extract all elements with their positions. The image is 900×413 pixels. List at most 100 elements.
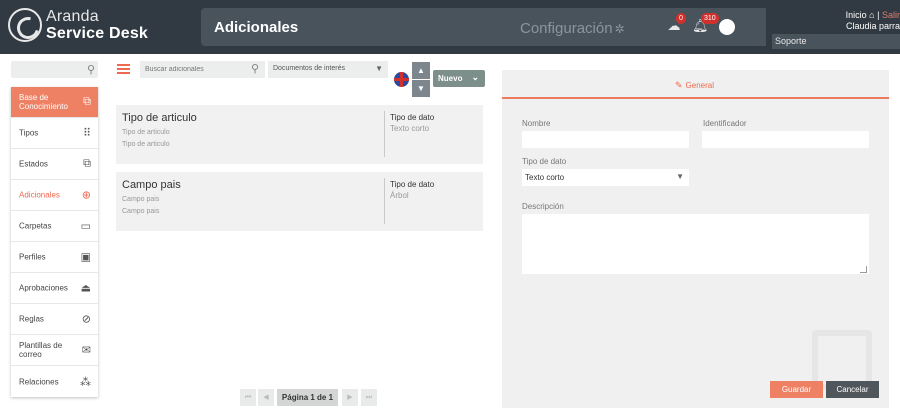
menu-icon[interactable] — [117, 64, 130, 74]
plus-circle-icon: ⊕ — [81, 189, 91, 202]
search-input[interactable] — [140, 61, 265, 78]
cloud-badge: 0 — [676, 13, 686, 24]
sidebar-item-perfiles[interactable]: Perfiles ▣ — [11, 242, 98, 273]
stamp-icon: ⏏ — [80, 282, 91, 295]
top-links: Inicio ⌂ | Salir — [846, 10, 900, 20]
project-selector[interactable]: Soporte — [772, 34, 900, 49]
user-name: Claudia parra — [845, 21, 900, 31]
sidebar-item-label: Relaciones — [19, 377, 59, 386]
prev-page-icon[interactable]: ◀ — [258, 389, 274, 406]
badge-icon: ▣ — [80, 251, 91, 264]
item-name: Campo pais — [122, 179, 181, 191]
divider — [384, 111, 385, 157]
aranda-logo-icon[interactable] — [8, 8, 42, 42]
states-icon: ⧉ — [83, 157, 91, 170]
sidebar-item-label: Plantillas de correo — [19, 341, 63, 359]
bell-badge: 310 — [701, 13, 719, 24]
arrow-up-icon[interactable]: ▲ — [412, 62, 430, 79]
copy-icon: ⧉ — [83, 95, 91, 108]
type-label: Tipo de dato — [390, 180, 435, 189]
edit-icon: ✎ — [675, 80, 683, 90]
tab-label: ✎ General — [675, 80, 714, 91]
tab-general[interactable]: ✎ General — [502, 70, 889, 99]
sort-arrows: ▲ ▼ — [412, 62, 430, 97]
sidebar-item-base-conocimiento[interactable]: Base de Conocimiento ⧉ — [11, 87, 98, 118]
sidebar-item-label: Base de Conocimiento — [19, 93, 68, 111]
avatar[interactable] — [719, 19, 735, 35]
type-label: Tipo de dato — [390, 113, 435, 122]
chevron-down-icon: ⌄ — [471, 72, 479, 82]
link-separator: | — [877, 10, 880, 20]
chevron-down-icon: ▼ — [676, 172, 684, 181]
config-label[interactable]: Configuración ✲ — [520, 20, 625, 37]
filter-dropdown[interactable]: Documentos de interés ▼ — [268, 61, 388, 78]
compass-icon: ⊘ — [81, 313, 91, 326]
descripcion-label: Descripción — [522, 202, 564, 211]
cancel-button[interactable]: Cancelar — [826, 381, 879, 398]
filter-value: Documentos de interés — [273, 65, 345, 72]
detail-panel: ✎ General Nombre Identificador Tipo de da… — [502, 70, 889, 408]
last-page-icon[interactable]: ⏭ — [361, 389, 377, 406]
sidebar-item-label: Reglas — [19, 314, 44, 324]
next-page-icon[interactable]: ▶ — [342, 389, 358, 406]
item-subtitle: Tipo de articulo — [122, 141, 170, 148]
tab-general-label: General — [685, 81, 715, 90]
first-page-icon[interactable]: ⏮ — [240, 389, 256, 406]
sidebar: Base de Conocimiento ⧉ Tipos ⠿ Estados ⧉… — [11, 87, 98, 397]
type-value: Texto corto — [390, 124, 430, 133]
search-icon[interactable]: ⚲ — [251, 62, 259, 75]
sidebar-search[interactable]: ⚲ — [11, 61, 98, 78]
brand-name: Aranda — [46, 8, 99, 25]
search-icon[interactable]: ⚲ — [87, 63, 95, 76]
sidebar-item-tipos[interactable]: Tipos ⠿ — [11, 118, 98, 149]
sidebar-item-label: Tipos — [19, 128, 39, 138]
arrow-down-icon[interactable]: ▼ — [412, 80, 430, 97]
identificador-label: Identificador — [703, 119, 747, 128]
new-button-label: Nuevo — [438, 74, 463, 83]
language-flag-icon[interactable] — [394, 72, 409, 87]
config-text: Configuración — [520, 20, 613, 37]
sidebar-item-label: Perfiles — [19, 252, 46, 262]
tipo-dato-select[interactable]: Texto corto ▼ — [522, 169, 689, 186]
sidebar-item-label: Carpetas — [19, 221, 52, 231]
brand-product: Service Desk — [46, 25, 149, 42]
sidebar-item-carpetas[interactable]: Carpetas ▭ — [11, 211, 98, 242]
sidebar-item-estados[interactable]: Estados ⧉ — [11, 149, 98, 180]
list-item[interactable]: Tipo de articulo Tipo de articulo Tipo d… — [116, 105, 483, 164]
mail-icon: ✉ — [81, 344, 91, 357]
identificador-field[interactable] — [702, 131, 869, 148]
item-name: Tipo de articulo — [122, 112, 197, 124]
list-item[interactable]: Campo pais Campo pais Campo pais Tipo de… — [116, 172, 483, 231]
grid-icon: ⠿ — [82, 127, 91, 140]
tipo-dato-value: Texto corto — [525, 173, 565, 182]
save-button[interactable]: Guardar — [770, 381, 823, 398]
new-button[interactable]: Nuevo ⌄ — [433, 70, 485, 87]
home-icon[interactable]: ⌂ — [869, 10, 874, 20]
inicio-link[interactable]: Inicio — [846, 10, 867, 20]
nombre-label: Nombre — [522, 119, 551, 128]
tipo-dato-label: Tipo de dato — [522, 157, 567, 166]
salir-link[interactable]: Salir — [882, 10, 900, 20]
sidebar-item-relaciones[interactable]: Relaciones ⁂ — [11, 366, 98, 397]
descripcion-field[interactable] — [522, 214, 869, 274]
item-subtitle: Tipo de articulo — [122, 129, 170, 136]
top-header: Aranda Service Desk Adicionales Configur… — [0, 0, 900, 54]
item-subtitle: Campo pais — [122, 196, 160, 203]
type-value: Árbol — [390, 191, 409, 200]
sidebar-item-plantillas-correo[interactable]: Plantillas de correo ✉ — [11, 335, 98, 366]
sidebar-item-label: Adicionales — [19, 190, 60, 200]
item-subtitle: Campo pais — [122, 208, 160, 215]
sidebar-item-adicionales[interactable]: Adicionales ⊕ — [11, 180, 98, 211]
divider — [384, 178, 385, 224]
page-title: Adicionales — [214, 19, 299, 36]
page-indicator: Página 1 de 1 — [277, 389, 338, 406]
sidebar-item-label: Aprobaciones — [19, 283, 68, 293]
sidebar-item-aprobaciones[interactable]: Aprobaciones ⏏ — [11, 273, 98, 304]
gear-icon: ✲ — [614, 22, 625, 36]
sidebar-item-label: Estados — [19, 159, 48, 169]
folder-icon: ▭ — [80, 220, 91, 233]
resize-handle-icon[interactable] — [860, 266, 867, 273]
sidebar-item-reglas[interactable]: Reglas ⊘ — [11, 304, 98, 335]
nombre-field[interactable] — [522, 131, 689, 148]
relations-icon: ⁂ — [80, 376, 91, 388]
